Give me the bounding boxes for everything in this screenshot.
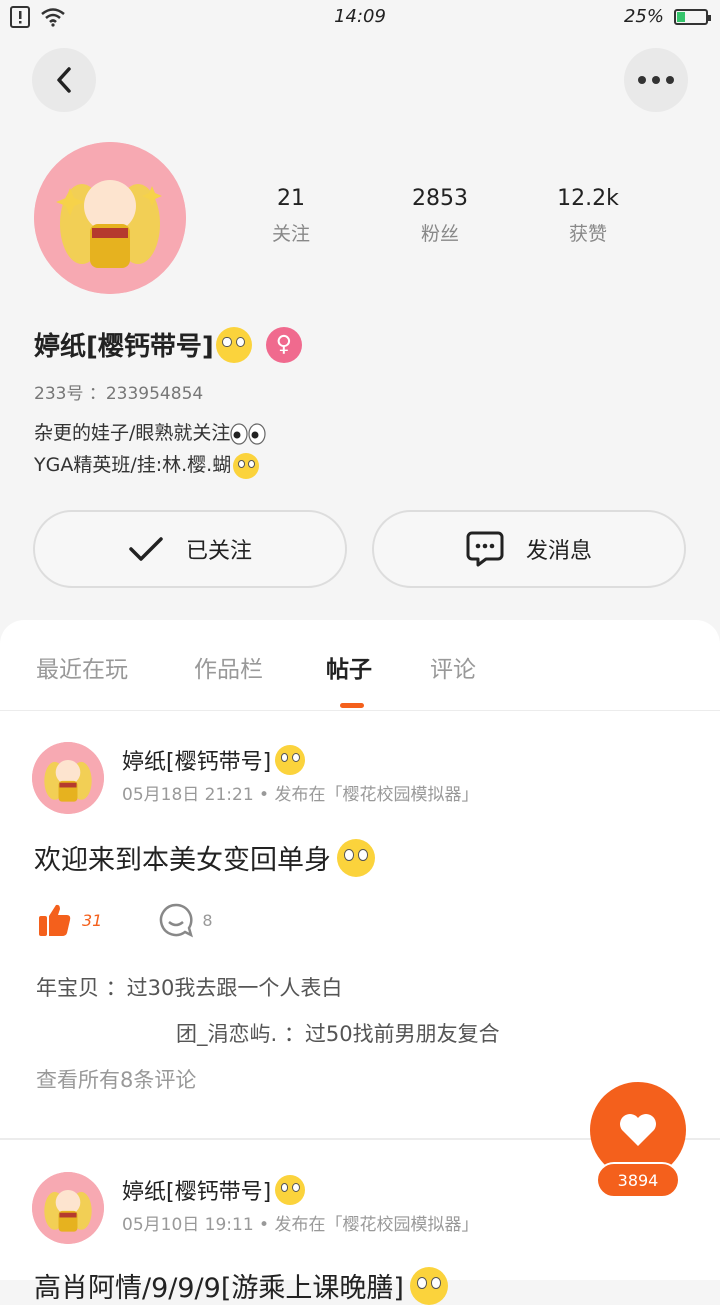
floating-like-count: 3894	[596, 1162, 680, 1198]
comment-icon[interactable]	[158, 902, 194, 938]
comment-preview[interactable]: 年宝贝 ：过30我去跟一个人表白	[36, 972, 342, 1002]
stat-fans[interactable]: 2853 粉丝	[385, 186, 495, 246]
post-author-name[interactable]: 婷纸[樱钙带号]	[122, 744, 306, 776]
bio-line-2-text: YGA精英班/挂:林.樱.蝴	[34, 454, 232, 476]
rolling-eyes-emoji-icon	[337, 838, 375, 877]
avatar-illustration	[32, 742, 104, 814]
rolling-eyes-emoji-icon	[275, 745, 306, 775]
profile-name-row: 婷纸[樱钙带号] ♀	[34, 326, 302, 363]
bio-line-1: 杂更的娃子/眼熟就关注	[34, 418, 267, 445]
bio-line-1-text: 杂更的娃子/眼熟就关注	[34, 422, 231, 444]
status-time: 14:09	[334, 6, 386, 27]
tab-active-indicator	[340, 703, 364, 708]
tab-posts[interactable]: 帖子	[326, 650, 372, 684]
message-button-label: 发消息	[525, 539, 592, 564]
eyes-emoji-icon	[230, 422, 267, 445]
tab-works[interactable]: 作品栏	[194, 650, 263, 684]
rolling-eyes-emoji-icon	[275, 1175, 306, 1205]
post-author-name[interactable]: 婷纸[樱钙带号]	[122, 1174, 306, 1206]
follow-button[interactable]: 已关注	[33, 510, 347, 588]
stat-likes[interactable]: 12.2k 获赞	[533, 186, 643, 246]
stat-likes-label: 获赞	[568, 223, 607, 245]
post-meta: 05月18日 21:21 • 发布在「樱花校园模拟器」	[122, 785, 479, 805]
profile-uid: 233号 ：233954854	[34, 384, 204, 404]
profile-name: 婷纸[樱钙带号]	[34, 332, 214, 362]
follow-button-label: 已关注	[185, 539, 252, 564]
comment-preview[interactable]: 团_涓恋屿. ：过50找前男朋友复合	[176, 1018, 500, 1048]
stat-following-label: 关注	[271, 223, 310, 245]
female-gender-icon: ♀	[265, 326, 302, 363]
comment-count: 8	[202, 910, 213, 930]
post-author-name-text: 婷纸[樱钙带号]	[122, 750, 272, 775]
tab-recent-played[interactable]: 最近在玩	[36, 650, 128, 684]
status-bar: 14:09 25%	[0, 0, 720, 36]
check-icon	[129, 537, 163, 561]
post-author-name-text: 婷纸[樱钙带号]	[122, 1180, 272, 1205]
post-title[interactable]: 高肖阿情/9/9/9[游乘上课晚膳]	[34, 1266, 448, 1305]
stat-likes-value: 12.2k	[557, 186, 619, 211]
more-icon	[638, 76, 674, 84]
tab-bar: 最近在玩 作品栏 帖子 评论	[0, 620, 720, 711]
tab-comments[interactable]: 评论	[430, 650, 476, 684]
post-title-text: 高肖阿情/9/9/9[游乘上课晚膳]	[34, 1273, 404, 1304]
stat-following[interactable]: 21 关注	[236, 186, 346, 246]
post-author-avatar[interactable]	[32, 742, 104, 814]
profile-avatar[interactable]	[34, 142, 186, 294]
more-button[interactable]	[624, 48, 688, 112]
post-title-text: 欢迎来到本美女变回单身	[34, 845, 331, 876]
battery-icon	[674, 8, 711, 25]
battery-percent: 25%	[623, 6, 664, 27]
thumbs-up-icon[interactable]	[36, 902, 72, 938]
post-actions: 31 8	[36, 902, 213, 938]
post-author-avatar[interactable]	[32, 1172, 104, 1244]
bio-line-2: YGA精英班/挂:林.樱.蝴	[34, 450, 260, 479]
stat-fans-label: 粉丝	[420, 223, 459, 245]
rolling-eyes-emoji-icon	[215, 326, 252, 363]
heart-icon	[620, 1114, 656, 1146]
avatar-illustration	[32, 1172, 104, 1244]
back-button[interactable]	[32, 48, 96, 112]
post-meta: 05月10日 19:11 • 发布在「樱花校园模拟器」	[122, 1215, 479, 1235]
message-button[interactable]: 发消息	[372, 510, 686, 588]
back-arrow-icon	[57, 67, 71, 93]
stat-following-value: 21	[277, 186, 305, 211]
chat-bubble-icon	[466, 531, 504, 567]
rolling-eyes-emoji-icon	[233, 452, 260, 479]
view-all-comments-link[interactable]: 查看所有8条评论	[36, 1064, 196, 1094]
like-count: 31	[82, 910, 103, 930]
rolling-eyes-emoji-icon	[409, 1266, 448, 1305]
avatar-illustration	[34, 142, 186, 294]
post-title[interactable]: 欢迎来到本美女变回单身	[34, 838, 375, 877]
stat-fans-value: 2853	[412, 186, 468, 211]
